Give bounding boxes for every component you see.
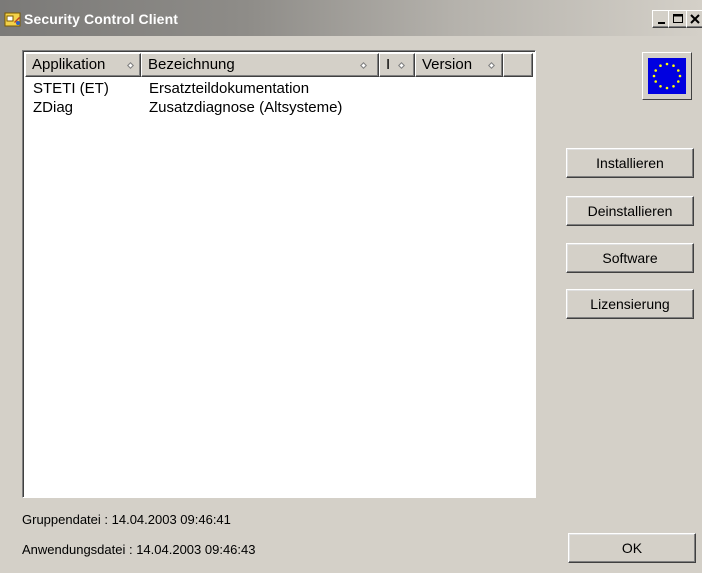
- application-file-status: Anwendungsdatei : 14.04.2003 09:46:43: [22, 542, 256, 557]
- close-icon: [690, 14, 700, 24]
- uninstall-button[interactable]: Deinstallieren: [566, 196, 694, 226]
- sort-diamond-icon: [360, 62, 367, 69]
- column-header-i[interactable]: I: [379, 53, 415, 77]
- eu-flag-logo: [642, 52, 692, 100]
- sort-diamond-icon: [398, 62, 405, 69]
- column-header-label: Applikation: [32, 56, 106, 73]
- column-header-bezeichnung[interactable]: Bezeichnung: [141, 53, 379, 77]
- cell-bezeichnung: Zusatzdiagnose (Altsysteme): [149, 99, 343, 116]
- cell-applikation: ZDiag: [33, 99, 74, 116]
- eu-flag-icon: [648, 58, 686, 94]
- close-button[interactable]: [686, 10, 702, 28]
- cell-applikation: STETI (ET): [33, 80, 109, 97]
- group-file-status: Gruppendatei : 14.04.2003 09:46:41: [22, 512, 231, 527]
- application-list[interactable]: Applikation Bezeichnung I Version STETI …: [22, 50, 536, 498]
- list-rows: STETI (ET) Ersatzteildokumentation ZDiag…: [25, 79, 533, 117]
- cell-bezeichnung: Ersatzteildokumentation: [149, 80, 310, 97]
- column-header-version[interactable]: Version: [415, 53, 503, 77]
- column-header-label: I: [386, 56, 391, 73]
- list-header: Applikation Bezeichnung I Version: [25, 53, 533, 79]
- install-button[interactable]: Installieren: [566, 148, 694, 178]
- sort-diamond-icon: [127, 62, 134, 69]
- table-row[interactable]: STETI (ET) Ersatzteildokumentation: [25, 79, 533, 98]
- software-button[interactable]: Software: [566, 243, 694, 273]
- column-header-filler[interactable]: [503, 53, 533, 77]
- title-bar[interactable]: Security Control Client: [0, 0, 702, 36]
- lock-key-icon: [4, 10, 22, 28]
- window-title: Security Control Client: [24, 11, 178, 27]
- maximize-icon: [673, 14, 683, 23]
- maximize-button[interactable]: [668, 10, 688, 28]
- licensing-button[interactable]: Lizensierung: [566, 289, 694, 319]
- sort-diamond-icon: [488, 62, 495, 69]
- security-control-client-window: Security Control Client Applikation Beze…: [0, 0, 702, 573]
- column-header-applikation[interactable]: Applikation: [25, 53, 141, 77]
- table-row[interactable]: ZDiag Zusatzdiagnose (Altsysteme): [25, 98, 533, 117]
- ok-button[interactable]: OK: [568, 533, 696, 563]
- column-header-label: Version: [422, 56, 473, 73]
- column-header-label: Bezeichnung: [148, 56, 235, 73]
